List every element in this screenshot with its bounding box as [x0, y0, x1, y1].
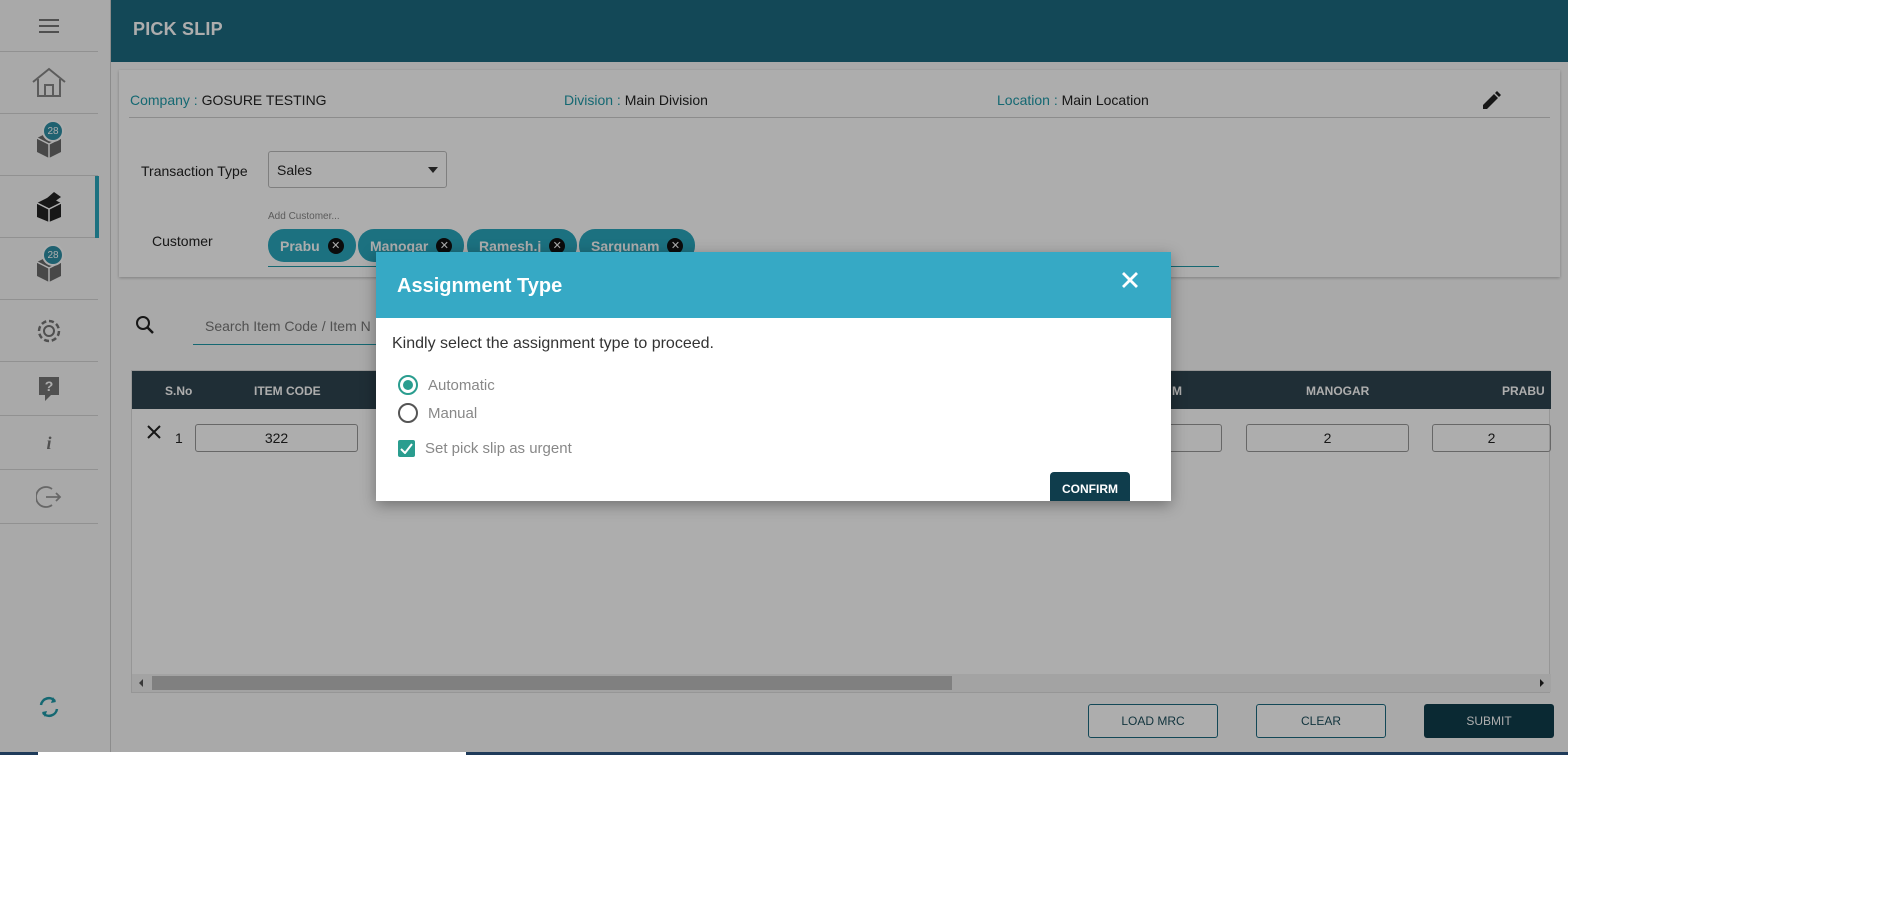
radio-manual[interactable]: Manual	[398, 403, 477, 423]
dialog-message: Kindly select the assignment type to pro…	[392, 335, 714, 352]
radio-checked-icon	[398, 375, 418, 395]
urgent-label: Set pick slip as urgent	[425, 440, 572, 457]
bottom-strip	[0, 752, 1568, 755]
checkmark-icon	[398, 440, 415, 457]
automatic-label: Automatic	[428, 376, 495, 394]
close-icon[interactable]	[1119, 269, 1141, 291]
dialog-header: Assignment Type	[376, 252, 1171, 318]
confirm-button[interactable]: CONFIRM	[1050, 472, 1130, 501]
radio-unchecked-icon	[398, 403, 418, 423]
dialog-title: Assignment Type	[397, 275, 563, 297]
radio-automatic[interactable]: Automatic	[398, 375, 495, 395]
manual-label: Manual	[428, 404, 478, 422]
assignment-type-dialog: Assignment Type Kindly select the assign…	[376, 252, 1171, 501]
urgent-checkbox[interactable]: Set pick slip as urgent	[398, 440, 572, 457]
